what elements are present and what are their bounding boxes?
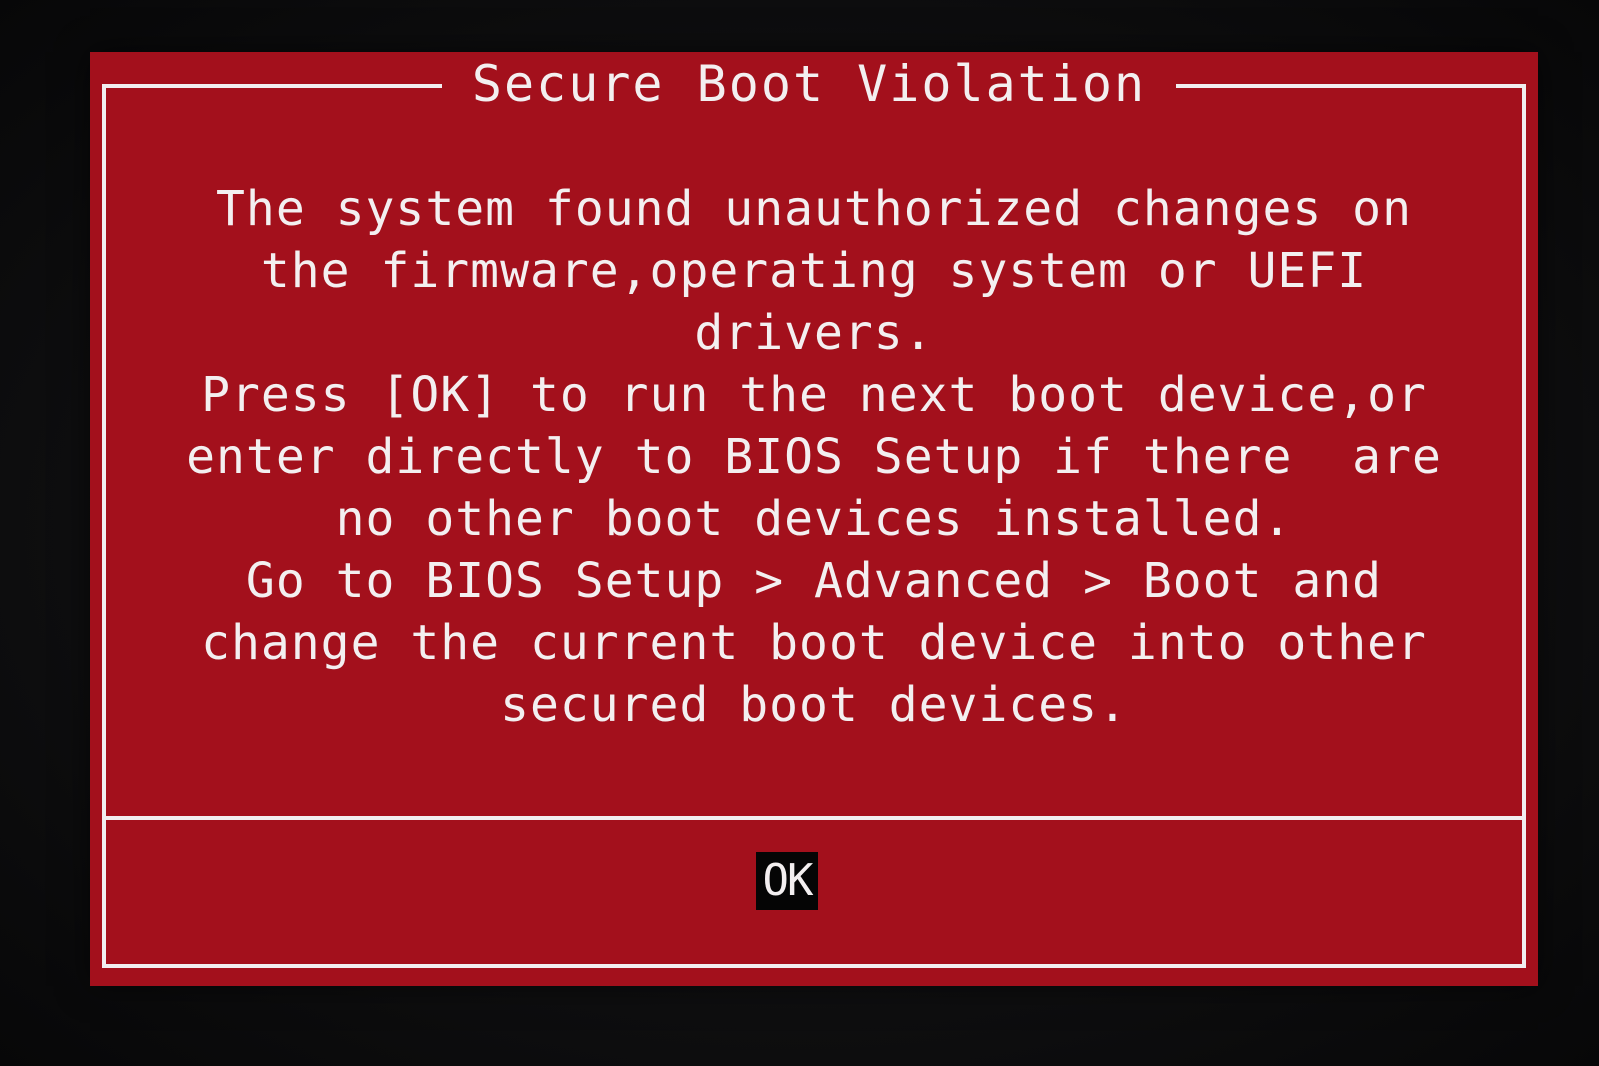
monitor-screen: Secure Boot Violation The system found u… [0, 0, 1599, 1066]
secure-boot-violation-dialog: Secure Boot Violation The system found u… [90, 52, 1538, 986]
ok-button[interactable]: OK [756, 852, 818, 910]
message-line: drivers. [694, 305, 934, 361]
dialog-message: The system found unauthorized changes on… [120, 178, 1508, 736]
button-area-divider [102, 816, 1526, 820]
message-line: Go to BIOS Setup > Advanced > Boot and [245, 553, 1383, 609]
message-line: the firmware,operating system or UEFI [260, 243, 1368, 299]
message-line: secured boot devices. [500, 677, 1128, 733]
message-line: change the current boot device into othe… [201, 615, 1427, 671]
message-line: The system found unauthorized changes on [216, 181, 1412, 237]
message-line: no other boot devices installed. [335, 491, 1293, 547]
message-line: enter directly to BIOS Setup if there ar… [186, 429, 1442, 485]
message-line: Press [OK] to run the next boot device,o… [201, 367, 1427, 423]
dialog-title: Secure Boot Violation [471, 55, 1147, 113]
